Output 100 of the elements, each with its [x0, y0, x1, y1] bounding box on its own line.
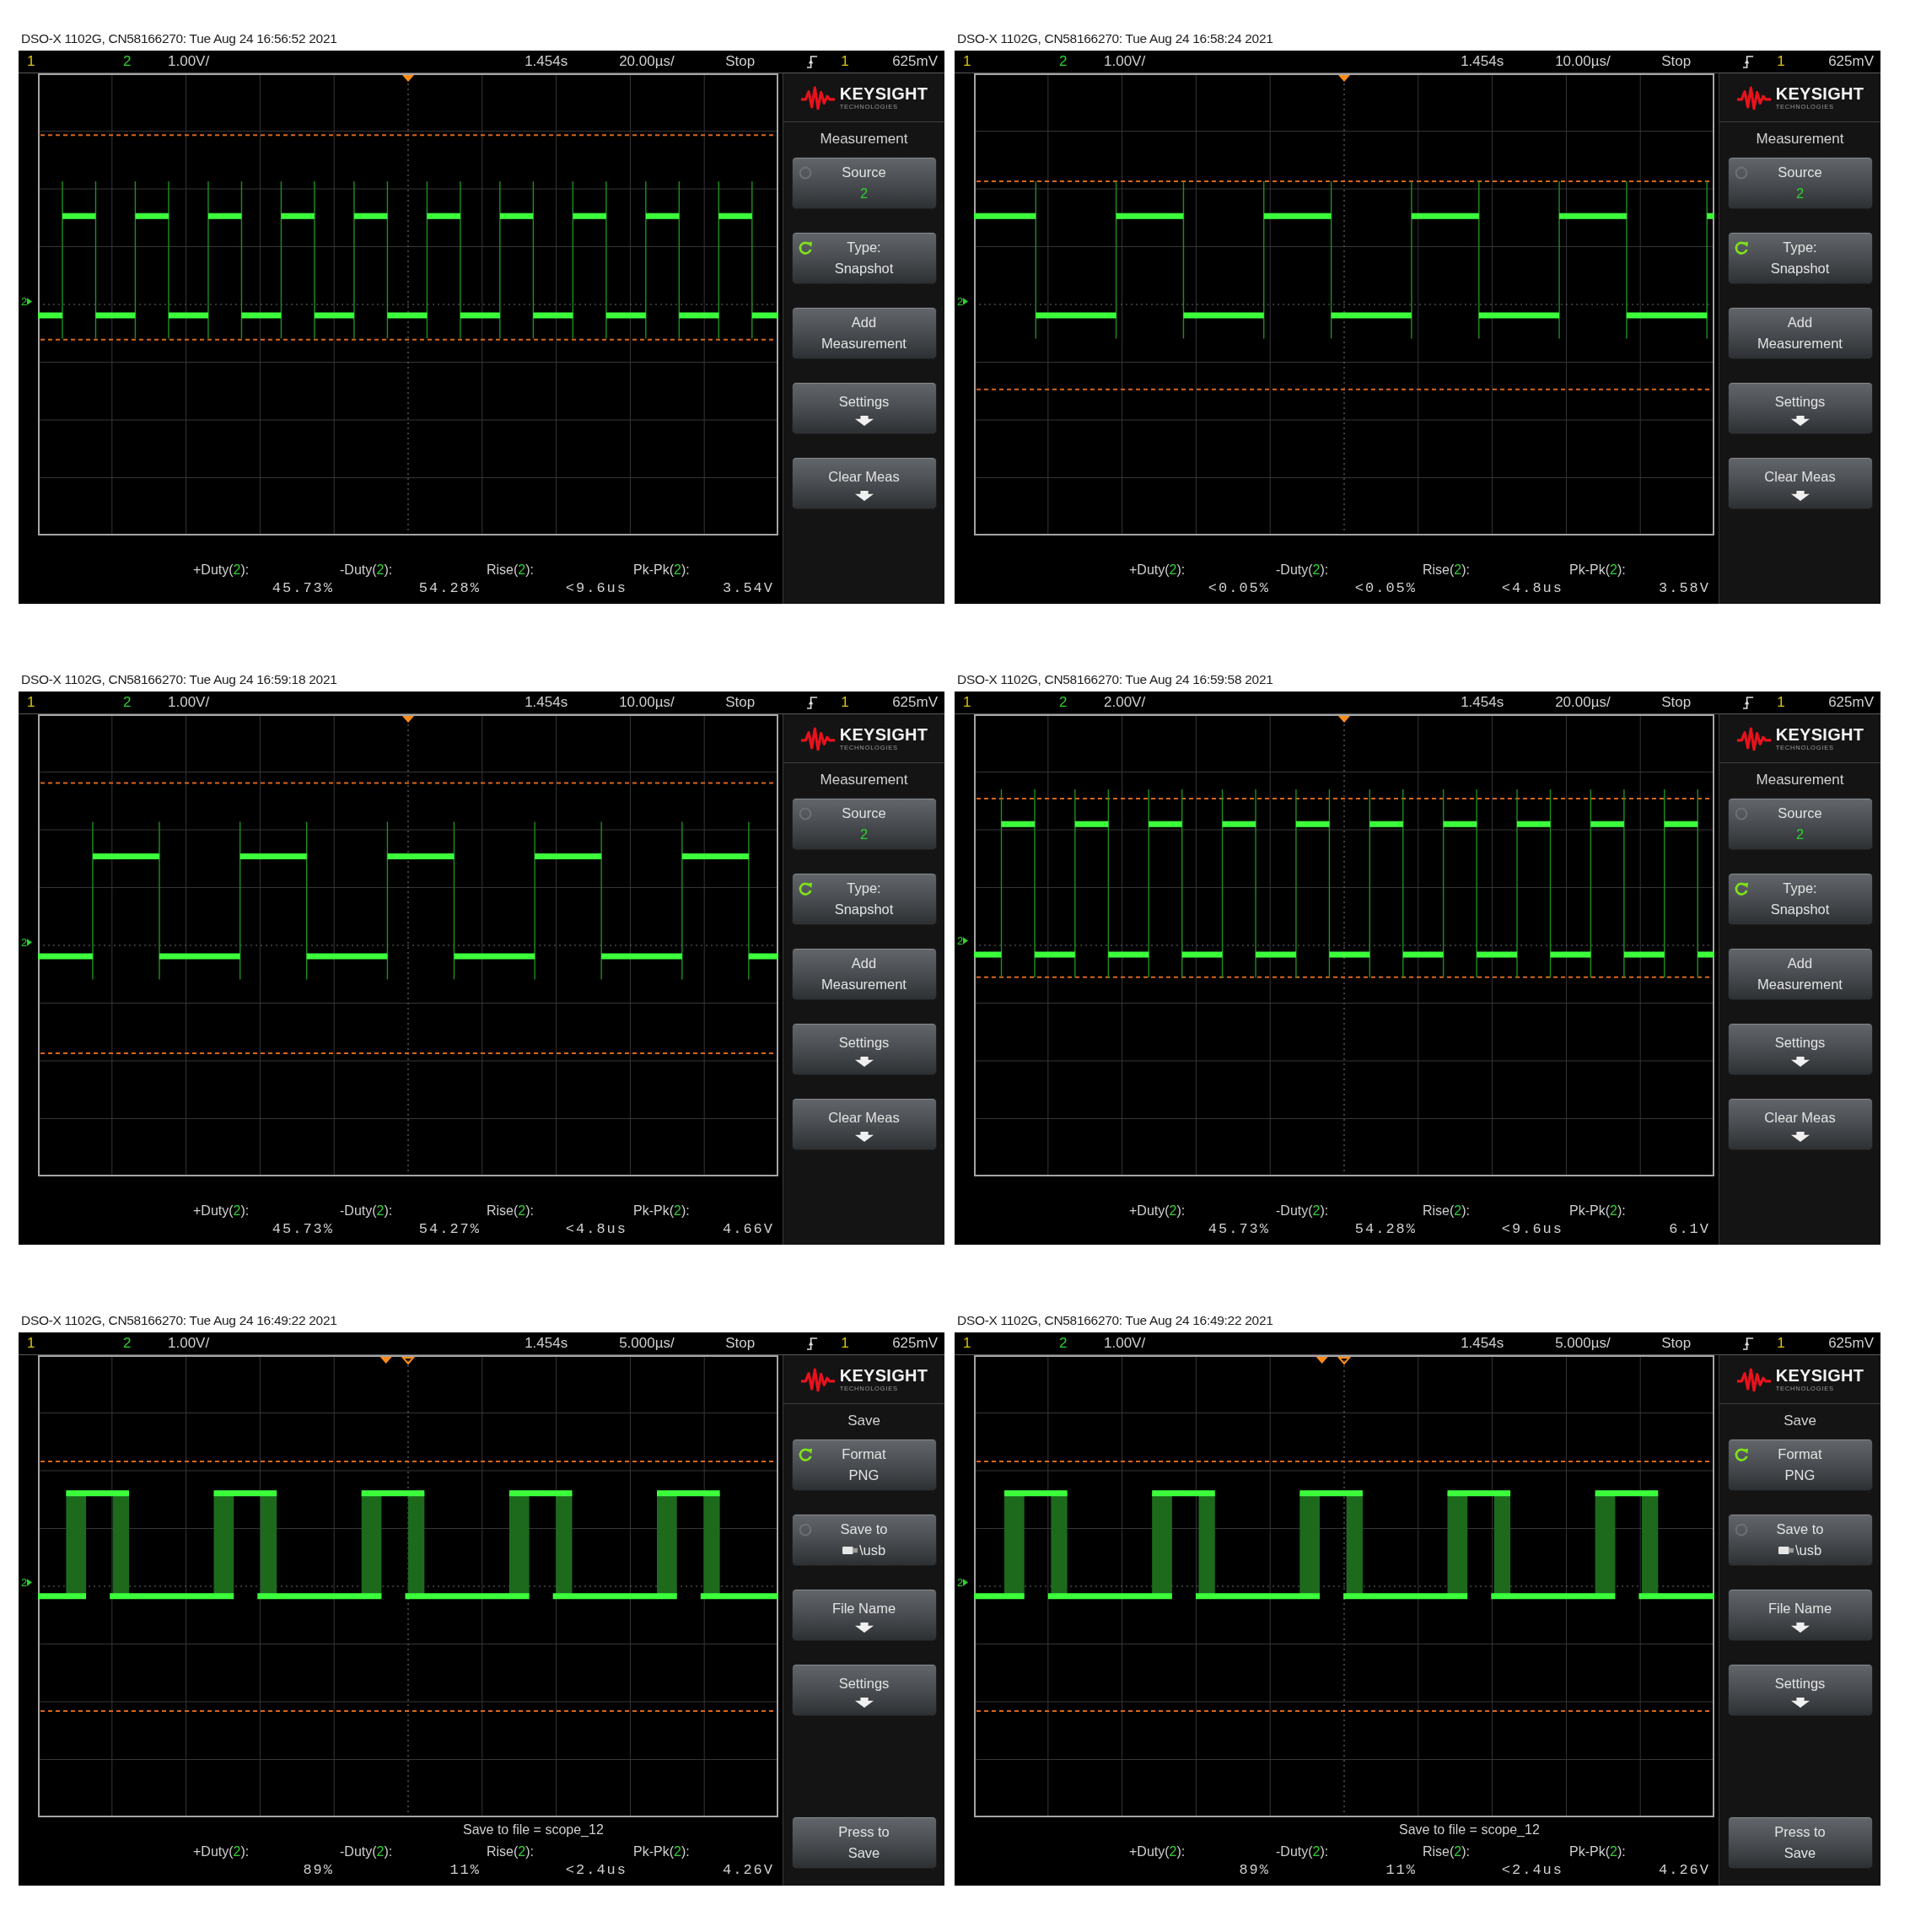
measurement-label: Rise(2): — [486, 562, 535, 579]
softkey-button[interactable]: Type: Snapshot — [791, 873, 937, 925]
trigger-source: 1 — [841, 694, 849, 710]
softkey-button[interactable]: Settings — [1727, 382, 1873, 434]
measurement-value: 89% — [303, 1861, 334, 1880]
rising-edge-icon — [807, 1336, 819, 1351]
measurement-value: <0.05% — [1208, 579, 1270, 598]
softkey-button[interactable]: Add Measurement — [1727, 307, 1873, 359]
measurement-label: Pk-Pk(2): — [1568, 562, 1626, 579]
measurement-value: 54.28% — [1354, 1220, 1417, 1239]
measurement-value: 45.73% — [272, 579, 334, 598]
delay-readout: 1.454s — [525, 694, 568, 710]
softkey-button[interactable]: Clear Meas — [1727, 1098, 1873, 1150]
down-arrow-icon — [1790, 415, 1810, 426]
timebase-readout: 5.000µs/ — [619, 1335, 675, 1351]
softkey-button[interactable]: Settings — [791, 1664, 937, 1716]
run-state: Stop — [1661, 53, 1692, 69]
timebase-readout: 10.00µs/ — [1555, 53, 1611, 69]
delay-readout: 1.454s — [1461, 694, 1504, 710]
save-status-text: Save to file = scope_12 — [1399, 1822, 1540, 1837]
measurement-label: -Duty(2): — [1275, 1843, 1329, 1860]
channel-number: 2 — [123, 694, 132, 710]
down-arrow-icon — [1790, 1131, 1810, 1142]
measurement-value: <9.6us — [565, 579, 627, 598]
softkey-button[interactable]: Clear Meas — [791, 457, 937, 509]
measurement-label: +Duty(2): — [192, 562, 250, 579]
trigger-marker-icon — [402, 75, 414, 82]
trigger-source: 1 — [841, 1335, 849, 1351]
softkey-button[interactable]: Type: Snapshot — [1727, 873, 1873, 925]
softkey-button[interactable]: Settings — [1727, 1664, 1873, 1716]
softkey-button[interactable]: File Name — [791, 1589, 937, 1641]
menu-title: Measurement — [1756, 131, 1844, 148]
delay-marker-icon — [1337, 1357, 1352, 1365]
channel-marker: 2 — [21, 1575, 28, 1590]
brand-name: KEYSIGHT — [1775, 1366, 1864, 1385]
down-arrow-icon — [854, 1056, 874, 1067]
measurement-value: 45.73% — [1208, 1220, 1270, 1239]
measurement-label: +Duty(2): — [192, 1843, 250, 1860]
trigger-level: 625mV — [1828, 1335, 1874, 1351]
measurement-value: 11% — [449, 1861, 481, 1880]
softkey-button[interactable]: Format PNG — [791, 1439, 937, 1491]
softkey-button[interactable]: Add Measurement — [1727, 948, 1873, 1000]
menu-title: Measurement — [1756, 772, 1844, 788]
timebase-readout: 10.00µs/ — [619, 694, 675, 710]
menu-title: Measurement — [820, 772, 908, 788]
marker-arrow-icon — [27, 298, 33, 306]
softkey-button[interactable]: Settings — [1727, 1023, 1873, 1075]
run-state: Stop — [1661, 1335, 1692, 1351]
down-arrow-icon — [1790, 1056, 1810, 1067]
down-arrow-icon — [854, 1131, 874, 1142]
measurement-label: Rise(2): — [486, 1843, 535, 1860]
measurement-label: Pk-Pk(2): — [632, 562, 690, 579]
softkey-button[interactable]: Type: Snapshot — [1727, 232, 1873, 284]
brand-name: KEYSIGHT — [1775, 84, 1864, 103]
rising-edge-icon — [1743, 1336, 1755, 1351]
measurement-label: Rise(2): — [1422, 1843, 1471, 1860]
softkey-button[interactable]: Source 2 — [1727, 798, 1873, 850]
brand-name: KEYSIGHT — [839, 725, 928, 744]
volts-per-div: 1.00V/ — [1104, 53, 1146, 70]
measurement-value: 89% — [1239, 1861, 1270, 1880]
delay-readout: 1.454s — [1461, 1335, 1504, 1351]
measurement-label: Rise(2): — [1422, 562, 1471, 579]
measurement-label: +Duty(2): — [192, 1203, 250, 1219]
wave-logo-icon — [1735, 725, 1772, 751]
softkey-button[interactable]: File Name — [1727, 1589, 1873, 1641]
measurement-label: -Duty(2): — [339, 562, 393, 579]
softkey-button[interactable]: Add Measurement — [791, 948, 937, 1000]
softkey-button[interactable]: Source 2 — [1727, 157, 1873, 209]
channel-marker: 2 — [21, 294, 28, 309]
softkey-button[interactable]: Save to \usb — [1727, 1514, 1873, 1566]
softkey-button[interactable]: Press to Save — [791, 1816, 937, 1869]
channel-marker: 2 — [957, 294, 964, 309]
softkey-button[interactable]: Source 2 — [791, 157, 937, 209]
trigger-marker-icon — [402, 716, 414, 723]
wave-logo-icon — [799, 725, 836, 751]
delay-readout: 1.454s — [1461, 53, 1504, 69]
softkey-button[interactable]: Type: Snapshot — [791, 232, 937, 284]
save-status-text: Save to file = scope_12 — [463, 1822, 604, 1837]
measurement-label: +Duty(2): — [1128, 562, 1186, 579]
softkey-button[interactable]: Settings — [791, 382, 937, 434]
trigger-source: 1 — [1777, 694, 1785, 710]
softkey-button[interactable]: Press to Save — [1727, 1816, 1873, 1869]
measurement-label: Pk-Pk(2): — [632, 1203, 690, 1219]
capture-caption: DSO-X 1102G, CN58166270: Tue Aug 24 16:56:52 2021 — [21, 30, 337, 47]
trigger-marker-icon — [1338, 75, 1350, 82]
softkey-button[interactable]: Source 2 — [791, 798, 937, 850]
softkey-button[interactable]: Add Measurement — [791, 307, 937, 359]
softkey-button[interactable]: Clear Meas — [1727, 457, 1873, 509]
measurement-label: +Duty(2): — [1128, 1203, 1186, 1219]
run-state: Stop — [725, 53, 756, 69]
softkey-button[interactable]: Save to \usb — [791, 1514, 937, 1566]
measurement-value: 3.58V — [1659, 579, 1710, 598]
softkey-button[interactable]: Format PNG — [1727, 1439, 1873, 1491]
channel-number: 1 — [27, 1335, 35, 1351]
softkey-button[interactable]: Settings — [791, 1023, 937, 1075]
trigger-source: 1 — [1777, 1335, 1785, 1351]
usb-drive-icon — [1778, 1546, 1794, 1555]
trigger-source: 1 — [841, 53, 849, 69]
softkey-button[interactable]: Clear Meas — [791, 1098, 937, 1150]
measurement-value: <4.8us — [565, 1220, 627, 1239]
